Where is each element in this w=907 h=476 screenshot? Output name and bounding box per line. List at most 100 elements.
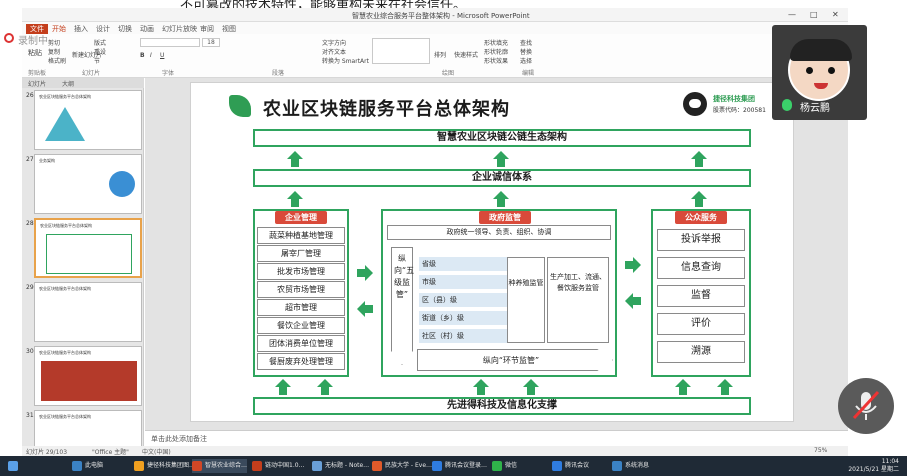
find-button[interactable]: 查找 — [520, 38, 532, 47]
thumb-number: 29 — [26, 284, 34, 291]
reset-button[interactable]: 重设 — [94, 47, 106, 56]
bold-button[interactable]: B — [140, 52, 145, 59]
convert-smartart-button[interactable]: 转换为 SmartArt — [322, 56, 369, 65]
vertical-five-level-label: 纵向“五级监管” — [394, 254, 415, 299]
slide-canvas[interactable]: 农业区块链服务平台总体架构 捷径科技集团 股票代码：200581 智慧农业区块链… — [190, 82, 794, 422]
group-drawing-label: 绘图 — [442, 70, 455, 77]
shape-fill-button[interactable]: 形状填充 — [484, 38, 508, 47]
slide-thumbnail-selected[interactable]: 农业区块链服务平台总体架构 — [34, 218, 142, 278]
tab-view[interactable]: 视图 — [222, 24, 236, 34]
minimize-button[interactable]: — — [788, 10, 796, 19]
text-direction-button[interactable]: 文字方向 — [322, 38, 346, 47]
recording-indicator[interactable]: 录制中 — [0, 30, 50, 47]
taskbar-app[interactable]: 民族大学 - Eve… — [372, 459, 432, 473]
gov-level: 省级 — [419, 257, 507, 271]
windows-icon — [8, 461, 18, 471]
slide-count: 幻灯片 29/103 — [26, 449, 68, 456]
ribbon-body: 粘贴 剪切 复制 格式刷 新建幻灯片 版式 重设 节 18 B I U 文字方向… — [22, 34, 848, 78]
underline-button[interactable]: U — [160, 52, 164, 59]
group-paragraph-label: 段落 — [272, 70, 285, 77]
shape-outline-button[interactable]: 形状轮廓 — [484, 47, 508, 56]
horizontal-link-label: 纵向“环节监管” — [482, 356, 540, 365]
taskbar-app-label: 腾讯会议 — [565, 462, 590, 469]
font-name-select[interactable] — [140, 38, 200, 47]
thumb-number: 27 — [26, 156, 34, 163]
tab-transitions[interactable]: 切换 — [118, 24, 132, 34]
slide-thumbnail[interactable]: 农业区块链服务平台总体架构 — [34, 346, 142, 406]
shapes-gallery[interactable] — [372, 38, 430, 64]
taskbar-app-label: 无标题 - Note… — [325, 462, 370, 469]
government-header: 政府监管 — [479, 211, 531, 224]
window-title: 智慧农业综合服务平台整体架构 - Microsoft PowerPoint — [352, 12, 530, 20]
thumb-number: 26 — [26, 92, 34, 99]
taskbar-app-label: 链动中国1.0… — [265, 462, 305, 469]
mic-mute-button[interactable] — [838, 378, 894, 434]
taskbar-app-label: 此电脑 — [85, 462, 104, 469]
copy-button[interactable]: 复制 — [48, 47, 60, 56]
paste-button[interactable]: 粘贴 — [28, 48, 42, 58]
arrange-button[interactable]: 排列 — [434, 50, 446, 59]
company-code: 股票代码：200581 — [713, 107, 766, 114]
slide-thumbnail[interactable]: 农业区块链服务平台总体架构 — [34, 90, 142, 150]
participant-name: 杨云鹏 — [800, 103, 830, 114]
align-text-button[interactable]: 对齐文本 — [322, 47, 346, 56]
taskbar-app[interactable]: 捷径科技集团图… — [134, 459, 195, 473]
taskbar-app-active[interactable]: 智慧农业综合… — [192, 459, 248, 473]
processing-supervision: 生产加工、流通、餐饮服务监管 — [547, 257, 609, 343]
theme-name: "Office 主题" — [92, 449, 129, 456]
credit-system-bar: 企业诚信体系 — [253, 169, 751, 187]
taskbar-app[interactable]: 腾讯会议登录… — [432, 459, 487, 473]
enterprise-item: 蔬菜种植基地管理 — [257, 227, 345, 244]
close-button[interactable]: ✕ — [832, 10, 839, 19]
italic-button[interactable]: I — [150, 52, 152, 59]
thumb-title: 农业区块链服务平台总体架构 — [39, 350, 91, 355]
taskbar-app[interactable]: 腾讯会议 — [552, 459, 589, 473]
meeting-icon — [432, 461, 442, 471]
tab-animations[interactable]: 动画 — [140, 24, 154, 34]
taskbar: 此电脑 捷径科技集团图… 智慧农业综合… 链动中国1.0… 无标题 - Note… — [0, 456, 907, 476]
breeding-supervision: 种养殖监管 — [507, 257, 545, 343]
meeting-icon — [552, 461, 562, 471]
quick-styles-button[interactable]: 快速样式 — [454, 50, 478, 59]
thumb-title: 农业区块链服务平台总体架构 — [39, 286, 91, 291]
select-button[interactable]: 选择 — [520, 56, 532, 65]
taskbar-app[interactable]: 无标题 - Note… — [312, 459, 369, 473]
replace-button[interactable]: 替换 — [520, 47, 532, 56]
tab-outline[interactable]: 大纲 — [62, 79, 74, 88]
browser-icon — [372, 461, 382, 471]
public-service-header: 公众服务 — [675, 211, 727, 224]
shape-effects-button[interactable]: 形状效果 — [484, 56, 508, 65]
taskbar-app[interactable]: 此电脑 — [72, 459, 103, 473]
system-clock[interactable]: 11:04 2021/5/21 星期二 — [848, 458, 899, 474]
notes-pane[interactable]: 单击此处添加备注 — [145, 430, 848, 446]
webcam-tile[interactable]: 杨云鹏 — [772, 25, 867, 120]
tab-slideshow[interactable]: 幻灯片放映 — [162, 24, 197, 34]
computer-icon — [72, 461, 82, 471]
slide-thumbnail[interactable]: 业务架构 — [34, 154, 142, 214]
tab-review[interactable]: 审阅 — [200, 24, 214, 34]
slide-thumbnail[interactable]: 农业区块链服务平台总体架构 — [34, 282, 142, 342]
format-painter-button[interactable]: 格式刷 — [48, 56, 66, 65]
section-button[interactable]: 节 — [94, 56, 100, 65]
microphone-icon — [782, 99, 792, 111]
tab-slides[interactable]: 幻灯片 — [28, 79, 46, 88]
taskbar-app[interactable]: 微信 — [492, 459, 517, 473]
public-service-item: 信息查询 — [657, 257, 745, 279]
enterprise-item: 餐厨废弃处理管理 — [257, 353, 345, 370]
thumb-number: 30 — [26, 348, 34, 355]
taskbar-app[interactable]: 链动中国1.0… — [252, 459, 305, 473]
layout-button[interactable]: 版式 — [94, 38, 106, 47]
taskbar-app-label: 腾讯会议登录… — [445, 462, 488, 469]
zoom-level[interactable]: 75% — [814, 447, 827, 454]
leaf-logo-icon — [229, 95, 251, 117]
maximize-button[interactable]: □ — [810, 10, 818, 19]
start-button[interactable] — [6, 459, 20, 473]
powerpoint-icon — [192, 461, 202, 471]
wechat-icon — [492, 461, 502, 471]
tab-insert[interactable]: 插入 — [74, 24, 88, 34]
font-size-select[interactable]: 18 — [202, 38, 220, 47]
tab-design[interactable]: 设计 — [96, 24, 110, 34]
taskbar-app-label: 智慧农业综合… — [205, 462, 248, 469]
taskbar-app[interactable]: 系统消息 — [612, 459, 649, 473]
enterprise-item: 餐饮企业管理 — [257, 317, 345, 334]
